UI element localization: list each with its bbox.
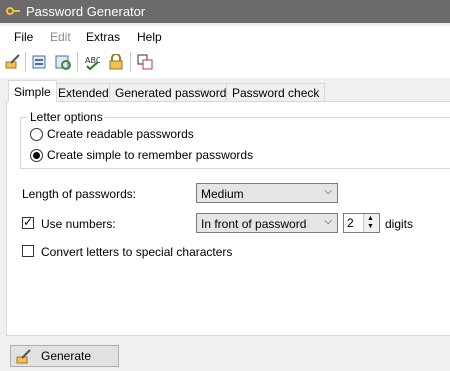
special-characters-checkbox[interactable]: [22, 245, 34, 257]
generate-icon: [16, 349, 31, 364]
tab-generated-passwords[interactable]: Generated passwords: [109, 83, 239, 101]
menu-edit[interactable]: Edit: [50, 30, 71, 44]
length-label: Length of passwords:: [22, 187, 137, 201]
digits-value: 2: [347, 216, 354, 230]
chevron-down-icon: ⌵: [324, 216, 332, 227]
windows-cascade-icon[interactable]: [137, 54, 153, 70]
title-bar: Password Generator: [0, 0, 450, 23]
key-icon: [6, 7, 20, 15]
length-value: Medium: [201, 187, 244, 201]
menu-file[interactable]: File: [14, 30, 33, 44]
window-refresh-icon[interactable]: [55, 54, 71, 70]
toolbar: ABC: [0, 46, 450, 78]
toolbar-separator: [25, 52, 26, 72]
menu-extras[interactable]: Extras: [86, 30, 120, 44]
window-list-icon[interactable]: [32, 54, 48, 70]
window-title: Password Generator: [26, 4, 146, 19]
number-position-select[interactable]: In front of password ⌵: [196, 213, 338, 233]
spin-down-icon[interactable]: ▼: [367, 223, 374, 231]
digits-spinner[interactable]: 2 ▲ ▼: [343, 213, 380, 233]
chevron-down-icon: ⌵: [324, 186, 332, 197]
generate-button-label: Generate: [41, 349, 92, 363]
letter-options-title: Letter options: [28, 110, 105, 124]
toolbar-separator: [77, 52, 78, 72]
menu-bar: File Edit Extras Help: [0, 26, 450, 46]
lock-icon[interactable]: [108, 54, 124, 70]
tab-password-check[interactable]: Password check: [226, 83, 326, 101]
spinner-buttons: ▲ ▼: [363, 214, 379, 232]
use-numbers-label[interactable]: Use numbers:: [41, 217, 116, 231]
spellcheck-icon[interactable]: ABC: [84, 54, 100, 70]
svg-text:ABC: ABC: [85, 56, 100, 65]
special-characters-label[interactable]: Convert letters to special characters: [41, 245, 232, 259]
use-numbers-checkbox[interactable]: ✓: [22, 215, 34, 229]
toolbar-separator: [130, 52, 131, 72]
spin-up-icon[interactable]: ▲: [367, 215, 374, 223]
checkmark-icon: ✓: [23, 215, 34, 229]
radio-simple-remember-label[interactable]: Create simple to remember passwords: [47, 148, 253, 162]
menu-help[interactable]: Help: [137, 30, 162, 44]
radio-readable-label[interactable]: Create readable passwords: [47, 127, 194, 141]
generate-tool-icon[interactable]: [5, 54, 21, 70]
radio-selected-dot: [33, 152, 40, 159]
tab-simple[interactable]: Simple: [8, 80, 57, 102]
radio-readable[interactable]: [30, 128, 43, 141]
tab-strip: Simple Extended Generated passwords Pass…: [0, 80, 450, 102]
number-position-value: In front of password: [201, 217, 307, 231]
radio-simple-remember[interactable]: [30, 149, 43, 162]
length-select[interactable]: Medium ⌵: [196, 183, 338, 203]
generate-button[interactable]: Generate: [10, 345, 119, 367]
tab-extended[interactable]: Extended: [52, 83, 115, 101]
digits-unit-label: digits: [385, 217, 414, 231]
